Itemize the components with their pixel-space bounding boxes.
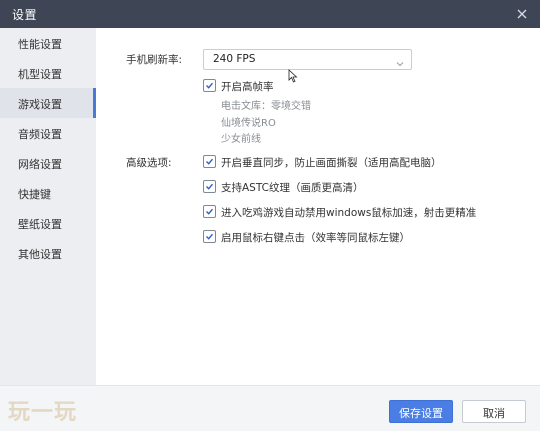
sidebar-item-audio[interactable]: 音频设置	[0, 118, 96, 148]
checkmark-icon	[203, 79, 216, 92]
watermark-logo: 玩一玩	[8, 399, 78, 425]
close-icon[interactable]	[512, 4, 532, 24]
fps-select[interactable]: 240 FPS	[203, 49, 412, 70]
sidebar-item-shortcuts[interactable]: 快捷键	[0, 178, 96, 208]
mouse-cursor-icon	[288, 68, 298, 83]
sidebar-item-label: 网络设置	[18, 158, 62, 171]
sidebar-item-label: 音频设置	[18, 128, 62, 141]
save-button-label: 保存设置	[399, 407, 443, 420]
window-title: 设置	[12, 8, 38, 22]
cancel-button-label: 取消	[483, 407, 505, 420]
disable-mouse-accel-label: 进入吃鸡游戏自动禁用windows鼠标加速，射击更精准	[221, 207, 477, 219]
sidebar-item-network[interactable]: 网络设置	[0, 148, 96, 178]
game-settings-panel: 手机刷新率: 240 FPS 开启高帧率 电击文库：零境交错 仙境传说RO 少女…	[96, 28, 540, 385]
sidebar-item-label: 游戏设置	[18, 98, 62, 111]
astc-label: 支持ASTC纹理（画质更高清）	[221, 182, 364, 194]
sidebar-item-label: 壁纸设置	[18, 218, 62, 231]
sidebar-item-label: 性能设置	[18, 38, 62, 51]
sidebar-item-wallpaper[interactable]: 壁纸设置	[0, 208, 96, 238]
save-button[interactable]: 保存设置	[389, 400, 453, 423]
sidebar-item-device-model[interactable]: 机型设置	[0, 58, 96, 88]
supported-game: 仙境传说RO	[221, 118, 276, 129]
dialog-footer: 保存设置 取消	[0, 385, 540, 431]
checkmark-icon	[203, 230, 216, 243]
fps-label: 手机刷新率:	[126, 54, 183, 66]
settings-sidebar: 性能设置 机型设置 游戏设置 音频设置 网络设置 快捷键 壁纸设置 其他设置	[0, 28, 96, 385]
sidebar-item-label: 快捷键	[18, 188, 51, 201]
checkmark-icon	[203, 205, 216, 218]
supported-game: 少女前线	[221, 134, 261, 145]
checkmark-icon	[203, 155, 216, 168]
cancel-button[interactable]: 取消	[462, 400, 526, 423]
supported-game: 电击文库：零境交错	[221, 101, 311, 112]
sidebar-item-other[interactable]: 其他设置	[0, 238, 96, 268]
sidebar-item-label: 机型设置	[18, 68, 62, 81]
right-click-label: 启用鼠标右键点击（效率等同鼠标左键）	[221, 232, 410, 244]
chevron-down-icon	[395, 54, 405, 67]
advanced-options-label: 高级选项:	[126, 157, 172, 169]
checkmark-icon	[203, 180, 216, 193]
settings-window: 设置 性能设置 机型设置 游戏设置 音频设置 网络设置 快捷键 壁纸设置 其他设…	[0, 0, 540, 431]
vsync-label: 开启垂直同步，防止画面撕裂（适用高配电脑）	[221, 157, 442, 169]
title-bar: 设置	[0, 0, 540, 28]
sidebar-item-performance[interactable]: 性能设置	[0, 28, 96, 58]
sidebar-item-game[interactable]: 游戏设置	[0, 88, 96, 118]
sidebar-item-label: 其他设置	[18, 248, 62, 261]
fps-select-value: 240 FPS	[213, 53, 256, 65]
high-fps-label: 开启高帧率	[221, 81, 274, 93]
